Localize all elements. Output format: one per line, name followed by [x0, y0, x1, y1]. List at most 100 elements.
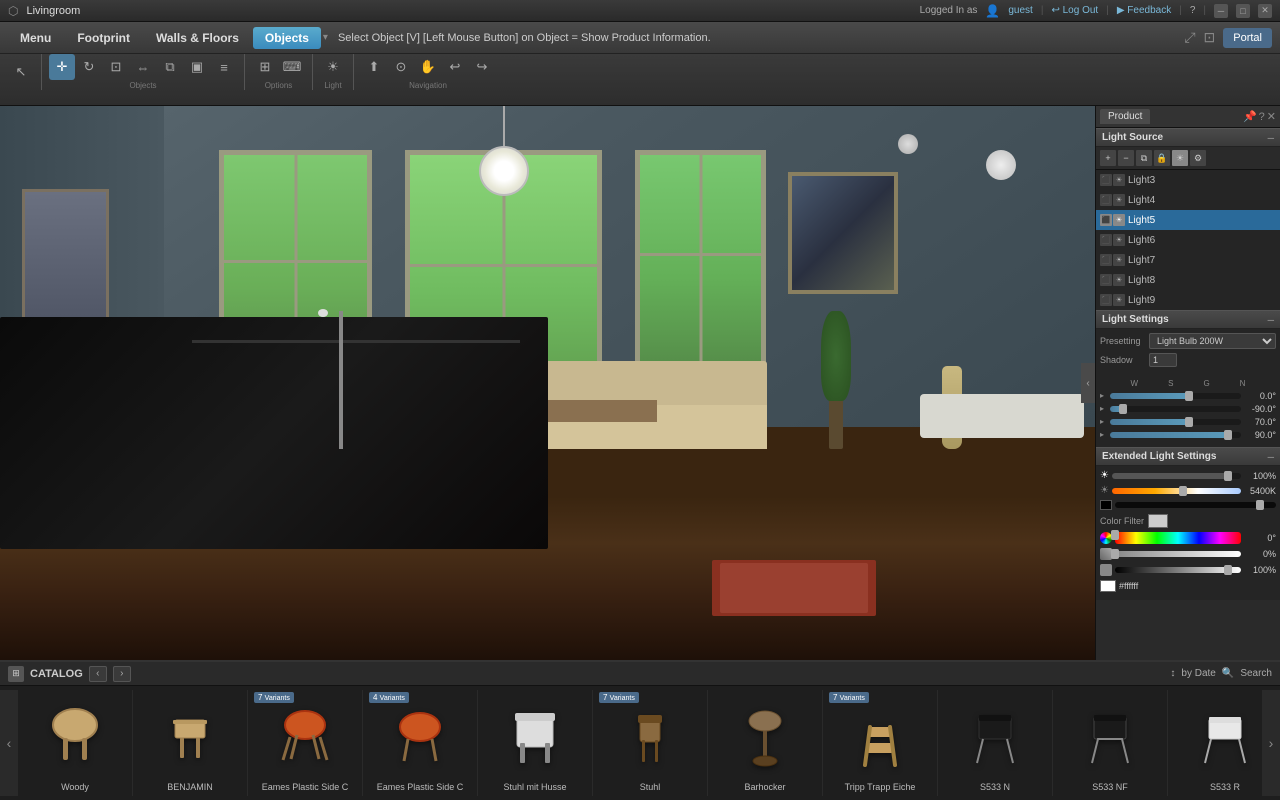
catalog-item-eames1[interactable]: 7 Variants Eames Plastic Side C	[248, 690, 363, 796]
nav-tool-redo[interactable]: ↪	[469, 54, 495, 80]
light-item-light8[interactable]: ⬛ ☀ Light8	[1096, 270, 1280, 290]
catalog-item-stuhl[interactable]: 7 Variants Stuhl	[593, 690, 708, 796]
light-tool-1[interactable]: ☀	[320, 54, 346, 80]
catalog-item-tripp-trapp[interactable]: 7 Variants Tripp Trapp Eiche	[823, 690, 938, 796]
catalog-scroll-right[interactable]: ›	[1262, 690, 1280, 796]
light-settings-section-header[interactable]: Light Settings ─	[1096, 310, 1280, 329]
menu-btn[interactable]: Menu	[8, 27, 63, 49]
icon1[interactable]: ⤢	[1184, 29, 1195, 46]
angle-track-4[interactable]	[1110, 432, 1241, 438]
light-settings-collapse[interactable]: ─	[1268, 315, 1274, 325]
angle-track-3[interactable]	[1110, 419, 1241, 425]
portal-btn[interactable]: Portal	[1223, 28, 1272, 48]
light8-icon1[interactable]: ⬛	[1100, 274, 1112, 286]
sort-label[interactable]: by Date	[1181, 668, 1215, 679]
maximize-btn[interactable]: □	[1236, 4, 1250, 18]
light6-icon2[interactable]: ☀	[1113, 234, 1125, 246]
catalog-scroll-left[interactable]: ‹	[0, 690, 18, 796]
lightness-icon[interactable]	[1100, 564, 1112, 576]
light4-icon1[interactable]: ⬛	[1100, 194, 1112, 206]
nav-tool-walk[interactable]: ⬆	[361, 54, 387, 80]
light5-icon1[interactable]: ⬛	[1100, 214, 1112, 226]
angle-track-1[interactable]	[1110, 393, 1241, 399]
light6-icon1[interactable]: ⬛	[1100, 234, 1112, 246]
pin-icon[interactable]: 📌	[1243, 110, 1257, 123]
options-tool-2[interactable]: ⌨	[279, 54, 305, 80]
cursor-tool[interactable]: ↖	[8, 59, 34, 85]
ext-light-collapse[interactable]: ─	[1268, 452, 1274, 462]
black-slider[interactable]	[1115, 502, 1276, 508]
catalog-item-eames2[interactable]: 4 Variants Eames Plastic Side C	[363, 690, 478, 796]
options-tool-1[interactable]: ⊞	[252, 54, 278, 80]
catalog-item-benjamin[interactable]: BENJAMIN	[133, 690, 248, 796]
light8-icon2[interactable]: ☀	[1113, 274, 1125, 286]
question-icon[interactable]: ?	[1259, 111, 1265, 123]
catalog-item-barhocker[interactable]: Barhocker	[708, 690, 823, 796]
objects-tool-rotate[interactable]: ↻	[76, 54, 102, 80]
help-icon[interactable]: ?	[1190, 5, 1196, 16]
saturation-slider[interactable]	[1115, 551, 1241, 557]
footprint-btn[interactable]: Footprint	[65, 27, 142, 49]
feedback-link[interactable]: ▶ Feedback	[1117, 5, 1171, 16]
catalog-item-s533n[interactable]: S533 N	[938, 690, 1053, 796]
close-btn[interactable]: ✕	[1258, 4, 1272, 18]
light-item-light4[interactable]: ⬛ ☀ Light4	[1096, 190, 1280, 210]
objects-tool-move[interactable]: ✛	[49, 54, 75, 80]
light7-icon1[interactable]: ⬛	[1100, 254, 1112, 266]
minimize-btn[interactable]: ─	[1214, 4, 1228, 18]
light-source-collapse[interactable]: ─	[1268, 133, 1274, 143]
icon2[interactable]: ⊡	[1204, 29, 1216, 46]
objects-tool-copy[interactable]: ⧉	[157, 54, 183, 80]
objects-tool-scale[interactable]: ⊡	[103, 54, 129, 80]
collapse-panel-btn[interactable]: ‹	[1081, 363, 1095, 403]
light9-icon1[interactable]: ⬛	[1100, 294, 1112, 306]
objects-tool-mirror[interactable]: ⇔	[130, 54, 156, 80]
white-swatch[interactable]	[1100, 580, 1116, 592]
catalog-item-s533r[interactable]: S533 R	[1168, 690, 1262, 796]
nav-tool-orbit[interactable]: ⊙	[388, 54, 414, 80]
light-on-btn[interactable]: ☀	[1172, 150, 1188, 166]
light-item-light7[interactable]: ⬛ ☀ Light7	[1096, 250, 1280, 270]
color-temp-slider[interactable]	[1112, 488, 1241, 494]
light3-icon1[interactable]: ⬛	[1100, 174, 1112, 186]
objects-btn[interactable]: Objects	[253, 27, 321, 49]
objects-tool-align[interactable]: ≡	[211, 54, 237, 80]
close-panel-icon[interactable]: ✕	[1267, 110, 1276, 123]
nav-tool-undo[interactable]: ↩	[442, 54, 468, 80]
shadow-input[interactable]: 1	[1149, 353, 1177, 367]
light-lock-btn[interactable]: 🔒	[1154, 150, 1170, 166]
light-item-light5[interactable]: ⬛ ☀ Light5	[1096, 210, 1280, 230]
light7-icon2[interactable]: ☀	[1113, 254, 1125, 266]
catalog-next-btn[interactable]: ›	[113, 666, 131, 682]
walls-floors-btn[interactable]: Walls & Floors	[144, 27, 251, 49]
light-source-section-header[interactable]: Light Source ─	[1096, 128, 1280, 147]
logout-link[interactable]: ↩ Log Out	[1051, 5, 1098, 16]
product-tab[interactable]: Product	[1100, 109, 1150, 124]
light-add-btn[interactable]: +	[1100, 150, 1116, 166]
light4-icon2[interactable]: ☀	[1113, 194, 1125, 206]
search-label[interactable]: Search	[1240, 668, 1272, 679]
angle-track-2[interactable]	[1110, 406, 1241, 412]
light-item-light9[interactable]: ⬛ ☀ Light9	[1096, 290, 1280, 310]
light5-icon2[interactable]: ☀	[1113, 214, 1125, 226]
objects-tool-group[interactable]: ▣	[184, 54, 210, 80]
brightness-slider[interactable]	[1112, 473, 1241, 479]
color-filter-swatch[interactable]: 1/1	[1148, 514, 1168, 528]
spectrum-slider[interactable]	[1115, 532, 1241, 544]
light-item-light3[interactable]: ⬛ ☀ Light3	[1096, 170, 1280, 190]
nav-tool-pan[interactable]: ✋	[415, 54, 441, 80]
ext-light-section-header[interactable]: Extended Light Settings ─	[1096, 447, 1280, 466]
light9-icon2[interactable]: ☀	[1113, 294, 1125, 306]
presetting-dropdown[interactable]: Light Bulb 200W Spotlight Fluorescent	[1149, 333, 1276, 349]
light3-icon2[interactable]: ☀	[1113, 174, 1125, 186]
light-duplicate-btn[interactable]: ⧉	[1136, 150, 1152, 166]
catalog-prev-btn[interactable]: ‹	[89, 666, 107, 682]
catalog-item-s533nf[interactable]: S533 NF	[1053, 690, 1168, 796]
username[interactable]: guest	[1008, 5, 1032, 16]
catalog-item-stuhl-husse[interactable]: Stuhl mit Husse	[478, 690, 593, 796]
light-settings-btn[interactable]: ⚙	[1190, 150, 1206, 166]
lightness-slider[interactable]	[1115, 567, 1241, 573]
light-item-light6[interactable]: ⬛ ☀ Light6	[1096, 230, 1280, 250]
color-swatch-black[interactable]	[1100, 500, 1112, 510]
catalog-item-woody[interactable]: Woody	[18, 690, 133, 796]
